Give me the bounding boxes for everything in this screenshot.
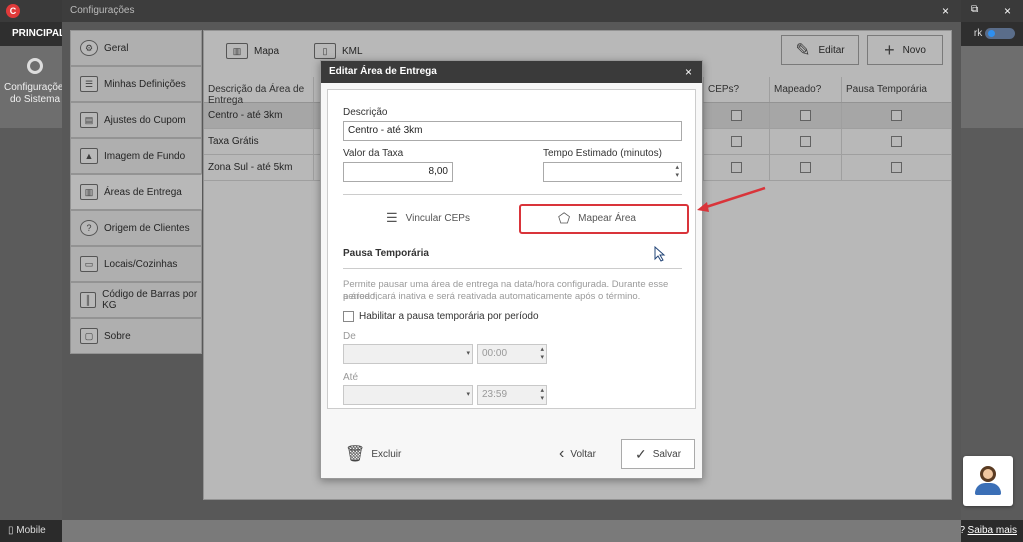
taxa-input[interactable]: 8,00 bbox=[343, 162, 453, 182]
menu-principal[interactable]: PRINCIPAL bbox=[12, 28, 65, 39]
support-chat-button[interactable] bbox=[963, 456, 1013, 506]
dark-mode-label: rk bbox=[973, 28, 983, 40]
tempo-label: Tempo Estimado (minutos) bbox=[543, 148, 662, 159]
salvar-button[interactable]: ✓ Salvar bbox=[621, 439, 695, 469]
help-link[interactable]: Saiba mais bbox=[968, 525, 1017, 536]
pausa-title: Pausa Temporária bbox=[343, 248, 429, 259]
status-mobile[interactable]: ▯ Mobile bbox=[8, 525, 46, 536]
close-icon[interactable]: × bbox=[1004, 4, 1011, 18]
tempo-input[interactable]: ▴ ▾ bbox=[543, 162, 682, 182]
dropdown-icon: ▾ bbox=[466, 350, 470, 357]
close-icon[interactable]: × bbox=[685, 65, 692, 79]
taxa-label: Valor da Taxa bbox=[343, 148, 404, 159]
de-label: De bbox=[343, 331, 356, 342]
divider bbox=[343, 194, 682, 195]
trash-icon: 🗑 bbox=[345, 446, 366, 463]
descricao-label: Descrição bbox=[343, 107, 388, 118]
ate-label: Até bbox=[343, 372, 359, 383]
spinner-arrows-icon[interactable]: ▴ ▾ bbox=[675, 164, 679, 180]
spinner-arrows-icon: ▴ ▾ bbox=[540, 346, 544, 361]
descricao-input[interactable]: Centro - até 3km bbox=[343, 121, 682, 141]
ribbon-system-config-button[interactable]: Configurações do Sistema bbox=[4, 58, 69, 106]
support-agent-icon bbox=[980, 466, 996, 482]
voltar-button[interactable]: ‹ Voltar bbox=[559, 439, 596, 469]
vincular-ceps-button[interactable]: ☰ Vincular CEPs bbox=[386, 210, 470, 226]
ate-date-input[interactable]: ▾ bbox=[343, 385, 473, 405]
mapear-area-label-wrap[interactable]: ⬠ Mapear Área bbox=[558, 210, 636, 227]
excluir-button[interactable]: 🗑 Excluir bbox=[345, 439, 401, 469]
dialog-body: Descrição Centro - até 3km Valor da Taxa… bbox=[327, 89, 696, 409]
spinner-arrows-icon: ▴ ▾ bbox=[540, 387, 544, 402]
de-time-input[interactable]: 00:00 ▴ ▾ bbox=[477, 344, 547, 364]
mouse-cursor-icon bbox=[654, 246, 666, 262]
dialog-title: Editar Área de Entrega × bbox=[321, 61, 702, 83]
divider bbox=[343, 268, 682, 269]
close-settings-icon[interactable]: × bbox=[942, 4, 949, 18]
dialog-footer: 🗑 Excluir ‹ Voltar ✓ Salvar bbox=[327, 439, 696, 475]
gear-icon bbox=[27, 58, 43, 74]
ate-time-input[interactable]: 23:59 ▴ ▾ bbox=[477, 385, 547, 405]
chevron-left-icon: ‹ bbox=[559, 445, 565, 462]
restore-icon[interactable]: ⧉ bbox=[971, 4, 978, 15]
list-icon: ☰ bbox=[386, 210, 398, 225]
pausa-desc-2: a área ficará inativa e será reativada a… bbox=[343, 291, 641, 302]
check-icon: ✓ bbox=[634, 445, 647, 462]
ribbon-item-label: Configurações do Sistema bbox=[4, 82, 69, 105]
de-date-input[interactable]: ▾ bbox=[343, 344, 473, 364]
pausa-enable-label[interactable]: Habilitar a pausa temporária por período bbox=[359, 311, 539, 322]
pausa-enable-checkbox[interactable] bbox=[343, 311, 354, 322]
dropdown-icon: ▾ bbox=[466, 391, 470, 398]
app-logo-icon: C bbox=[6, 4, 20, 18]
dark-mode-toggle[interactable]: rk bbox=[974, 28, 1015, 39]
polygon-icon: ⬠ bbox=[558, 210, 571, 226]
toggle-switch-icon[interactable] bbox=[985, 28, 1015, 39]
annotation-arrow-icon bbox=[697, 186, 766, 212]
edit-delivery-area-dialog: Editar Área de Entrega × Descrição Centr… bbox=[320, 60, 703, 479]
settings-title: Configurações bbox=[62, 0, 961, 22]
